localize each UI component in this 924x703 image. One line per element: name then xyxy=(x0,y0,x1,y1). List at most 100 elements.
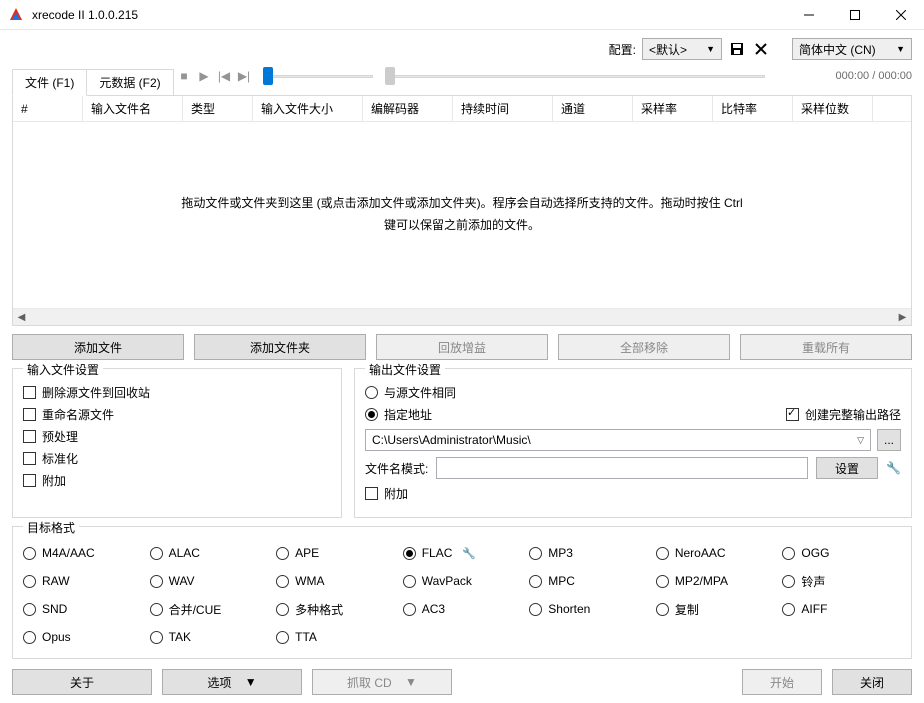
replay-gain-button[interactable]: 回放增益 xyxy=(376,334,548,360)
output-settings-fieldset: 输出文件设置 与源文件相同 指定地址 创建完整输出路径 C:\Users\Adm… xyxy=(354,368,912,518)
drop-hint[interactable]: 拖动文件或文件夹到这里 (或点击添加文件或添加文件夹)。程序会自动选择所支持的文… xyxy=(13,122,911,308)
format-radio-cue[interactable] xyxy=(150,603,163,616)
format-label: APE xyxy=(295,546,319,560)
create-full-path-checkbox[interactable] xyxy=(786,408,799,421)
titlebar: xrecode II 1.0.0.215 xyxy=(0,0,924,30)
format-radio-ape[interactable] xyxy=(276,547,289,560)
format-radio-alac[interactable] xyxy=(150,547,163,560)
column-header[interactable]: 类型 xyxy=(183,96,253,121)
append-input-checkbox[interactable] xyxy=(23,474,36,487)
column-header[interactable]: 输入文件名 xyxy=(83,96,183,121)
options-button[interactable]: 选项 ▼ xyxy=(162,669,302,695)
horizontal-scrollbar[interactable]: ◀ ▶ xyxy=(13,308,911,325)
app-icon xyxy=(8,7,24,23)
format-radio-flac[interactable] xyxy=(403,547,416,560)
format-radio-ac3[interactable] xyxy=(403,603,416,616)
append-output-label: 附加 xyxy=(384,485,408,502)
filename-pattern-input[interactable] xyxy=(436,457,808,479)
language-value: 简体中文 (CN) xyxy=(799,41,876,58)
column-header[interactable]: 持续时间 xyxy=(453,96,553,121)
drop-hint-line1: 拖动文件或文件夹到这里 (或点击添加文件或添加文件夹)。程序会自动选择所支持的文… xyxy=(181,193,742,215)
wrench-icon[interactable]: 🔧 xyxy=(886,461,901,475)
config-select[interactable]: <默认> ▼ xyxy=(642,38,722,60)
format-radio-[interactable] xyxy=(656,603,669,616)
format-label: Opus xyxy=(42,630,71,644)
wrench-icon[interactable]: 🔧 xyxy=(462,547,476,560)
format-label: RAW xyxy=(42,574,70,588)
format-label: Shorten xyxy=(548,602,590,616)
about-button[interactable]: 关于 xyxy=(12,669,152,695)
format-label: WavPack xyxy=(422,574,472,588)
scroll-left-icon[interactable]: ◀ xyxy=(13,309,30,326)
format-radio-mp3[interactable] xyxy=(529,547,542,560)
format-radio-tta[interactable] xyxy=(276,631,289,644)
add-folder-button[interactable]: 添加文件夹 xyxy=(194,334,366,360)
tab-1[interactable]: 元数据 (F2) xyxy=(86,69,173,96)
create-full-path-label: 创建完整输出路径 xyxy=(805,406,901,423)
top-config-row: 配置: <默认> ▼ 简体中文 (CN) ▼ xyxy=(12,38,912,60)
config-label: 配置: xyxy=(609,41,636,58)
language-select[interactable]: 简体中文 (CN) ▼ xyxy=(792,38,912,60)
format-radio-ogg[interactable] xyxy=(782,547,795,560)
maximize-button[interactable] xyxy=(832,0,878,30)
column-header[interactable]: 比特率 xyxy=(713,96,793,121)
remove-all-button[interactable]: 全部移除 xyxy=(558,334,730,360)
output-path-combo[interactable]: C:\Users\Administrator\Music\ ▽ xyxy=(365,429,871,451)
format-radio-shorten[interactable] xyxy=(529,603,542,616)
chevron-down-icon: ▽ xyxy=(857,435,864,446)
normalize-checkbox[interactable] xyxy=(23,452,36,465)
format-label: 铃声 xyxy=(801,573,825,590)
format-label: 复制 xyxy=(675,601,699,618)
add-file-button[interactable]: 添加文件 xyxy=(12,334,184,360)
format-radio-raw[interactable] xyxy=(23,575,36,588)
close-button[interactable] xyxy=(878,0,924,30)
preprocess-checkbox[interactable] xyxy=(23,430,36,443)
tab-0[interactable]: 文件 (F1) xyxy=(12,69,87,96)
save-config-icon[interactable] xyxy=(728,40,746,58)
specify-path-label: 指定地址 xyxy=(384,406,432,423)
format-radio-snd[interactable] xyxy=(23,603,36,616)
column-header[interactable]: 采样位数 xyxy=(793,96,873,121)
column-header[interactable]: 编解码器 xyxy=(363,96,453,121)
format-radio-mpc[interactable] xyxy=(529,575,542,588)
target-format-legend: 目标格式 xyxy=(23,519,79,536)
format-radio-tak[interactable] xyxy=(150,631,163,644)
set-pattern-button[interactable]: 设置 xyxy=(816,457,878,479)
format-label: M4A/AAC xyxy=(42,546,95,560)
format-radio-wavpack[interactable] xyxy=(403,575,416,588)
append-output-checkbox[interactable] xyxy=(365,487,378,500)
delete-config-icon[interactable] xyxy=(752,40,770,58)
format-radio-[interactable] xyxy=(276,603,289,616)
format-radio-wav[interactable] xyxy=(150,575,163,588)
format-label: AIFF xyxy=(801,602,827,616)
config-value: <默认> xyxy=(649,41,687,58)
column-header[interactable]: 采样率 xyxy=(633,96,713,121)
start-button[interactable]: 开始 xyxy=(742,669,822,695)
delete-source-checkbox[interactable] xyxy=(23,386,36,399)
format-label: MPC xyxy=(548,574,575,588)
rip-cd-button[interactable]: 抓取 CD ▼ xyxy=(312,669,452,695)
browse-path-button[interactable]: ... xyxy=(877,429,901,451)
format-radio-wma[interactable] xyxy=(276,575,289,588)
normalize-label: 标准化 xyxy=(42,450,78,467)
minimize-button[interactable] xyxy=(786,0,832,30)
specify-path-radio[interactable] xyxy=(365,408,378,421)
column-header[interactable]: # xyxy=(13,96,83,121)
close-footer-button[interactable]: 关闭 xyxy=(832,669,912,695)
format-radio-aiff[interactable] xyxy=(782,603,795,616)
rename-source-checkbox[interactable] xyxy=(23,408,36,421)
format-radio-m4aaac[interactable] xyxy=(23,547,36,560)
format-label: WAV xyxy=(169,574,195,588)
column-header[interactable]: 输入文件大小 xyxy=(253,96,363,121)
delete-source-label: 删除源文件到回收站 xyxy=(42,384,150,401)
format-radio-opus[interactable] xyxy=(23,631,36,644)
reload-all-button[interactable]: 重载所有 xyxy=(740,334,912,360)
format-label: WMA xyxy=(295,574,324,588)
format-radio-neroaac[interactable] xyxy=(656,547,669,560)
same-as-source-radio[interactable] xyxy=(365,386,378,399)
format-label: FLAC xyxy=(422,546,453,560)
scroll-right-icon[interactable]: ▶ xyxy=(894,309,911,326)
column-header[interactable]: 通道 xyxy=(553,96,633,121)
format-radio-[interactable] xyxy=(782,575,795,588)
format-radio-mp2mpa[interactable] xyxy=(656,575,669,588)
